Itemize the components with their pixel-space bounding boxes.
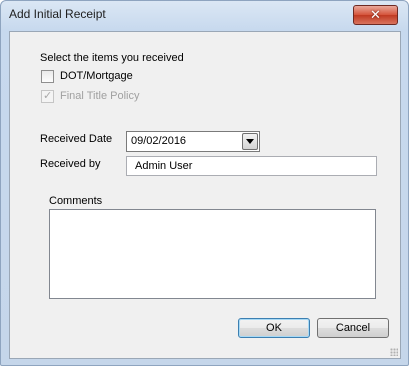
received-date-value: 09/02/2016 [131,135,187,147]
dot-mortgage-checkbox[interactable] [41,70,54,83]
dialog-body: Select the items you received DOT/Mortga… [9,31,401,359]
dialog-title: Add Initial Receipt [9,7,106,21]
comments-textarea[interactable] [49,209,376,299]
final-title-policy-label: Final Title Policy [60,90,140,102]
items-prompt-label: Select the items you received [40,52,184,64]
received-date-label: Received Date [40,133,113,145]
dot-mortgage-label[interactable]: DOT/Mortgage [60,70,133,82]
cancel-button[interactable]: Cancel [317,318,389,338]
date-dropdown-button[interactable] [242,133,258,150]
received-by-value: Admin User [135,160,193,172]
close-button[interactable]: ✕ [353,5,398,25]
final-title-policy-checkbox[interactable]: ✓ [41,89,54,103]
ok-button[interactable]: OK [238,318,310,338]
check-icon: ✓ [43,89,53,102]
dialog-window: Add Initial Receipt ✕ Select the items y… [0,0,409,366]
comments-label: Comments [49,195,103,207]
close-icon: ✕ [370,7,381,23]
title-bar[interactable]: Add Initial Receipt ✕ [1,1,408,27]
received-by-label: Received by [40,158,101,170]
resize-grip-icon[interactable] [390,348,398,356]
received-by-field[interactable]: Admin User [126,156,377,176]
chevron-down-icon [246,139,254,144]
received-date-picker[interactable]: 09/02/2016 [126,131,260,152]
